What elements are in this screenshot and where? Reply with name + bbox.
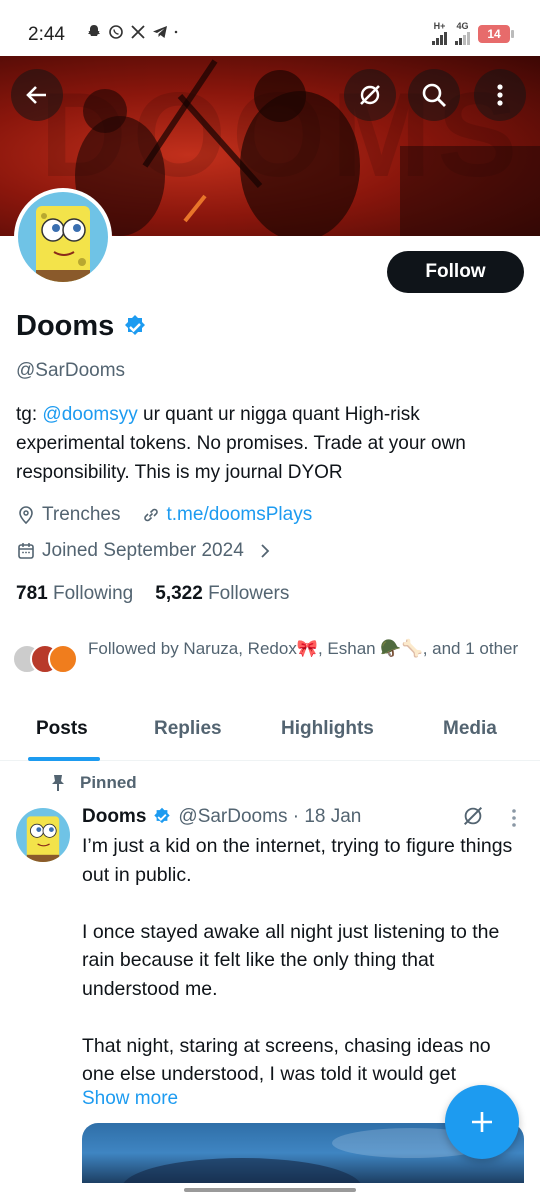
post-header: Dooms @SarDooms · 18 Jan bbox=[82, 806, 361, 828]
display-name: Dooms bbox=[16, 310, 115, 342]
show-more-link[interactable]: Show more bbox=[82, 1088, 178, 1110]
signal-bars-icon-2 bbox=[455, 31, 470, 45]
profile-tabs: Posts Replies Highlights Media bbox=[0, 704, 540, 761]
status-bar: 2:44 H+ 4G 14 bbox=[0, 0, 540, 56]
verified-badge-icon bbox=[154, 807, 171, 824]
signal-4g: 4G bbox=[455, 22, 470, 45]
following-count: 781 bbox=[16, 583, 48, 604]
location-pin-icon bbox=[19, 506, 33, 525]
search-icon bbox=[422, 83, 446, 107]
pinned-indicator: Pinned bbox=[50, 773, 137, 793]
profile-meta-row: Trenches t.me/doomsPlays bbox=[16, 504, 312, 526]
more-button[interactable] bbox=[474, 69, 526, 121]
followers-count: 5,322 bbox=[155, 583, 203, 604]
joined-text: Joined September 2024 bbox=[42, 540, 244, 561]
compose-fab[interactable] bbox=[445, 1085, 519, 1159]
chevron-right-icon bbox=[261, 544, 270, 558]
profile-handle: @SarDooms bbox=[16, 360, 126, 381]
snapchat-icon bbox=[88, 25, 100, 36]
grok-icon bbox=[360, 85, 380, 105]
network-label-2: 4G bbox=[456, 21, 469, 31]
notification-icons bbox=[86, 24, 182, 40]
followed-by-row[interactable]: Followed by Naruza, Redox🎀, Eshan 🪖🦴, an… bbox=[12, 636, 522, 674]
post-text: I’m just a kid on the internet, trying t… bbox=[82, 835, 513, 1085]
status-time: 2:44 bbox=[28, 24, 65, 45]
link-icon bbox=[143, 508, 158, 522]
joined-row[interactable]: Joined September 2024 bbox=[16, 540, 274, 562]
follow-button[interactable]: Follow bbox=[387, 251, 524, 293]
battery-icon: 14 bbox=[478, 24, 514, 43]
more-vertical-icon bbox=[497, 84, 503, 106]
following-label: Following bbox=[52, 583, 134, 604]
profile-bio: tg: @doomsyy ur quant ur nigga quant Hig… bbox=[16, 400, 526, 487]
search-button[interactable] bbox=[408, 69, 460, 121]
active-tab-indicator bbox=[28, 757, 100, 761]
name-row: Dooms bbox=[16, 310, 148, 343]
post-handle-date: @SarDooms · 18 Jan bbox=[178, 806, 362, 827]
pinned-label: Pinned bbox=[80, 773, 137, 792]
post-grok-icon[interactable] bbox=[461, 804, 485, 828]
network-label: H+ bbox=[433, 21, 446, 31]
gesture-handle[interactable] bbox=[184, 1188, 356, 1192]
telegram-icon bbox=[153, 26, 167, 38]
avatar-image bbox=[18, 192, 108, 282]
back-button[interactable] bbox=[11, 69, 63, 121]
back-arrow-icon bbox=[26, 86, 46, 104]
followers-label: Followers bbox=[208, 583, 290, 604]
plus-icon bbox=[472, 1112, 492, 1132]
tab-replies[interactable]: Replies bbox=[154, 718, 222, 740]
post-author-avatar[interactable] bbox=[16, 808, 70, 862]
followed-by-text: Followed by Naruza, Redox🎀, Eshan 🪖🦴, an… bbox=[88, 639, 519, 658]
location-text: Trenches bbox=[42, 504, 121, 525]
post-more-icon[interactable] bbox=[510, 808, 518, 828]
spongebob-avatar bbox=[18, 192, 108, 282]
grok-button[interactable] bbox=[344, 69, 396, 121]
pin-icon bbox=[52, 775, 64, 791]
x-logo-icon bbox=[131, 25, 145, 39]
followed-by-avatars bbox=[12, 644, 78, 674]
tab-posts[interactable]: Posts bbox=[36, 718, 88, 740]
follow-counts: 781 Following 5,322 Followers bbox=[16, 583, 289, 605]
whatsapp-icon bbox=[109, 25, 123, 39]
followers-link[interactable]: 5,322 Followers bbox=[155, 583, 289, 605]
profile-avatar[interactable] bbox=[14, 188, 112, 286]
tab-highlights[interactable]: Highlights bbox=[281, 718, 374, 740]
signal-bars-icon bbox=[432, 31, 447, 45]
post-author-name[interactable]: Dooms bbox=[82, 806, 146, 828]
signal-h-plus: H+ bbox=[432, 22, 447, 45]
bio-prefix: tg: bbox=[16, 404, 43, 425]
follower-avatar bbox=[48, 644, 78, 674]
calendar-icon bbox=[18, 543, 34, 559]
website-link[interactable]: t.me/doomsPlays bbox=[167, 504, 313, 526]
tab-media[interactable]: Media bbox=[443, 718, 497, 740]
following-link[interactable]: 781 Following bbox=[16, 583, 133, 605]
dot-icon bbox=[174, 30, 178, 34]
verified-badge-icon[interactable] bbox=[122, 314, 148, 340]
status-right: H+ 4G 14 bbox=[432, 22, 514, 45]
spongebob-avatar-small bbox=[16, 808, 70, 862]
bio-mention-link[interactable]: @doomsyy bbox=[42, 404, 137, 425]
